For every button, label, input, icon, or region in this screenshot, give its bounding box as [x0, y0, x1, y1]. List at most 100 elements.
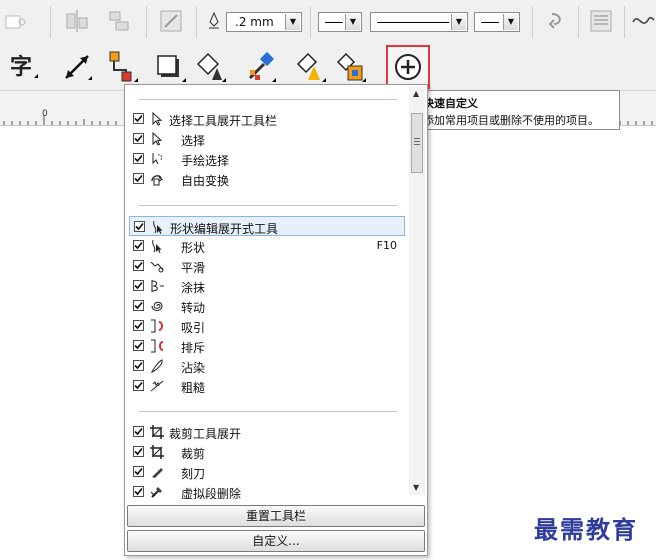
wrap-icon[interactable]	[588, 8, 614, 34]
group-header-label: 选择工具展开工具栏	[169, 114, 278, 128]
curve-icon[interactable]	[630, 8, 656, 34]
list-item-virtual-segment-delete[interactable]: 虚拟段删除	[129, 482, 405, 499]
list-item-crop[interactable]: 裁剪	[129, 442, 405, 462]
list-item-smooth[interactable]: 平滑	[129, 256, 405, 276]
chevron-down-icon[interactable]: ▼	[285, 14, 300, 30]
checkbox[interactable]	[133, 380, 144, 391]
line-preview	[481, 22, 499, 23]
list-item-label: 裁剪	[181, 447, 206, 461]
list-item-label: 刻刀	[181, 467, 206, 481]
checkbox[interactable]	[133, 173, 144, 184]
group-header-label: 形状编辑展开式工具	[170, 222, 279, 236]
fill-tool-icon[interactable]	[194, 50, 228, 84]
scrollbar-thumb[interactable]	[411, 113, 423, 173]
group-header-pick-tools[interactable]: 选择工具展开工具栏	[129, 109, 405, 129]
crop-icon	[149, 424, 165, 440]
chevron-down-icon[interactable]: ▼	[451, 14, 466, 30]
scrollbar[interactable]: ▲ ▼	[409, 87, 425, 495]
list-item-free-transform[interactable]: 自由变换	[129, 169, 405, 189]
distribute-icon[interactable]	[106, 8, 132, 34]
interactive-fill-tool-icon[interactable]	[334, 50, 368, 84]
connector-tool-icon[interactable]	[106, 50, 140, 84]
list-item-label: 平滑	[181, 261, 206, 275]
start-arrow-select[interactable]: ▼	[318, 12, 362, 32]
checkbox[interactable]	[133, 260, 144, 271]
list-item-repel[interactable]: 排斥	[129, 336, 405, 356]
smooth-icon	[149, 258, 165, 274]
group-header-crop-tools[interactable]: 裁剪工具展开	[129, 422, 405, 442]
list-item-label: 转动	[181, 301, 206, 315]
pen-icon	[204, 10, 224, 30]
tool-list: 选择工具展开工具栏 选择 手绘选择 自由变换 形状编辑展开式工具 形状 F10 …	[125, 85, 409, 499]
checkbox[interactable]	[133, 426, 144, 437]
list-item-smudge[interactable]: 沾染	[129, 356, 405, 376]
outline-width-value: .2 mm	[235, 15, 274, 29]
dimension-tool-icon[interactable]	[60, 50, 94, 84]
checkbox[interactable]	[133, 133, 144, 144]
list-item-attract[interactable]: 吸引	[129, 316, 405, 336]
text-tool-icon[interactable]: 字	[6, 50, 40, 84]
list-item-freehand-pick[interactable]: 手绘选择	[129, 149, 405, 169]
group-header-shape-tools[interactable]: 形状编辑展开式工具	[129, 216, 405, 236]
shape-tool-icon	[150, 219, 166, 235]
checkbox[interactable]	[133, 300, 144, 311]
checkbox[interactable]	[133, 446, 144, 457]
dropshadow-tool-icon[interactable]	[154, 50, 188, 84]
checkbox[interactable]	[134, 221, 145, 232]
checkbox[interactable]	[133, 113, 144, 124]
list-item-shape[interactable]: 形状 F10	[129, 236, 405, 256]
customize-button[interactable]: 自定义...	[127, 530, 425, 552]
list-item-twirl[interactable]: 转动	[129, 296, 405, 316]
stepper-icon[interactable]	[2, 8, 28, 34]
group-header-label: 裁剪工具展开	[169, 427, 242, 441]
plus-circle-icon	[395, 54, 421, 80]
list-item-label: 手绘选择	[181, 154, 230, 168]
chevron-down-icon[interactable]: ▼	[503, 14, 518, 30]
end-arrow-select[interactable]: ▼	[474, 12, 520, 32]
twirl-icon	[149, 298, 165, 314]
list-item-roughen[interactable]: 粗糙	[129, 376, 405, 396]
scroll-down-icon[interactable]: ▼	[413, 483, 419, 492]
tooltip-description: 添加常用项目或删除不使用的项目。	[423, 114, 599, 127]
text-tool-glyph: 字	[10, 54, 32, 80]
separator	[578, 6, 579, 38]
quick-customize-button[interactable]	[386, 45, 430, 89]
watermark: 最需教育	[534, 515, 638, 544]
eyedropper-tool-icon[interactable]	[244, 50, 278, 84]
grip-line	[414, 141, 420, 142]
checkbox[interactable]	[133, 360, 144, 371]
transform-icon[interactable]	[158, 8, 184, 34]
tooltip-title: 快速自定义	[423, 97, 478, 110]
list-item-label: 涂抹	[181, 281, 206, 295]
grip-line	[414, 144, 420, 145]
checkbox[interactable]	[133, 466, 144, 477]
list-item-knife[interactable]: 刻刀	[129, 462, 405, 482]
line-style-select[interactable]: ▼	[370, 12, 468, 32]
freehand-select-icon	[149, 151, 165, 167]
chevron-down-icon[interactable]: ▼	[345, 14, 360, 30]
list-item-pick[interactable]: 选择	[129, 129, 405, 149]
checkbox[interactable]	[133, 153, 144, 164]
reset-toolbar-button[interactable]: 重置工具栏	[127, 505, 425, 527]
smear-icon	[149, 278, 165, 294]
checkbox[interactable]	[133, 340, 144, 351]
repel-icon	[149, 338, 165, 354]
smart-fill-tool-icon[interactable]	[294, 50, 328, 84]
checkbox[interactable]	[133, 486, 144, 497]
separator	[310, 6, 311, 38]
list-item-label: 排斥	[181, 341, 206, 355]
free-transform-icon	[149, 171, 165, 187]
outline-width-select[interactable]: .2 mm ▼	[226, 12, 302, 32]
align-icon[interactable]	[64, 8, 90, 34]
list-item-smear[interactable]: 涂抹	[129, 276, 405, 296]
roughen-icon	[149, 378, 165, 394]
line-preview	[377, 22, 449, 23]
checkbox[interactable]	[133, 320, 144, 331]
text-wrap-icon[interactable]	[544, 8, 570, 34]
scroll-up-icon[interactable]: ▲	[413, 89, 419, 98]
separator	[196, 6, 197, 38]
knife-icon	[149, 464, 165, 480]
checkbox[interactable]	[133, 280, 144, 291]
list-item-label: 虚拟段删除	[181, 487, 242, 499]
checkbox[interactable]	[133, 240, 144, 251]
